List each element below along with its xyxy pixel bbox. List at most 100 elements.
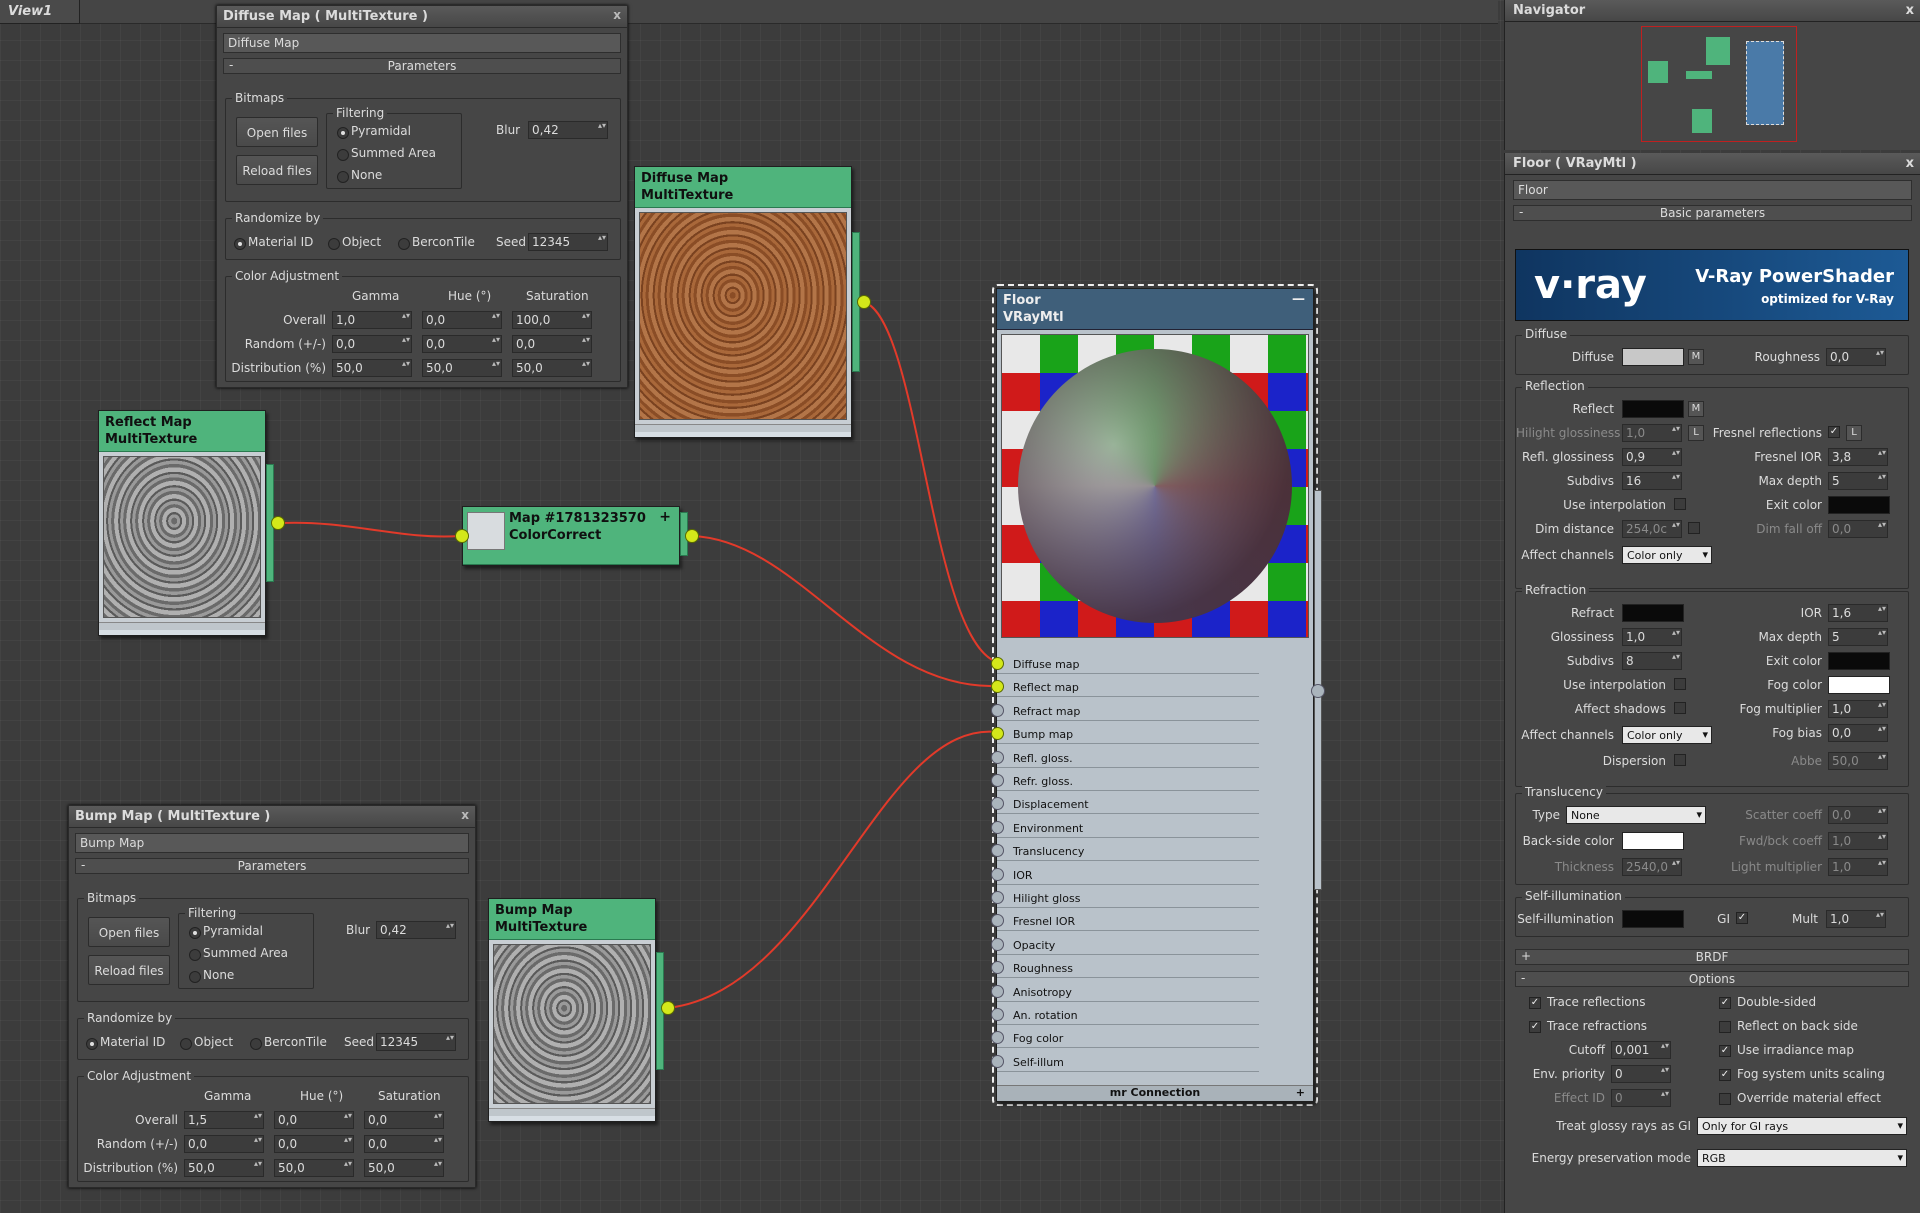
input-slot[interactable]: Refract map (991, 701, 1259, 721)
input-socket[interactable] (991, 844, 1004, 858)
reflect-map-button[interactable]: M (1688, 401, 1704, 417)
thickness-spinner[interactable]: 2540,0 (1622, 858, 1682, 876)
close-icon[interactable]: x (1906, 156, 1914, 171)
input-socket[interactable] (991, 703, 1004, 717)
radio-material-id[interactable]: Material ID (232, 235, 313, 250)
refr-exit-color-swatch[interactable] (1828, 652, 1890, 670)
input-socket[interactable] (991, 1054, 1004, 1068)
self-illum-color-swatch[interactable] (1622, 910, 1684, 928)
input-socket[interactable] (991, 774, 1004, 787)
input-socket[interactable] (991, 867, 1004, 881)
input-slot[interactable]: An. rotation (991, 1006, 1259, 1025)
input-socket[interactable] (991, 750, 1004, 764)
distribution-hue[interactable]: 50,0 (274, 1159, 354, 1177)
env-priority-spinner[interactable]: 0 (1611, 1065, 1671, 1083)
distribution-gamma[interactable]: 50,0 (184, 1159, 264, 1177)
cutoff-spinner[interactable]: 0,001 (1611, 1041, 1671, 1059)
radio-pyramidal[interactable]: Pyramidal (335, 124, 411, 139)
input-slot[interactable]: Fresnel IOR (991, 912, 1259, 932)
blur-spinner[interactable]: 0,42 (528, 121, 608, 139)
collapse-icon[interactable]: - (81, 858, 85, 872)
fog-color-swatch[interactable] (1828, 676, 1890, 694)
trace-refractions-checkbox[interactable]: ✓ (1529, 1021, 1541, 1033)
random-hue[interactable]: 0,0 (274, 1135, 354, 1153)
diffuse-map-button[interactable]: M (1688, 349, 1704, 365)
parameters-rollout[interactable]: - Parameters (75, 858, 469, 874)
open-files-button[interactable]: Open files (236, 117, 318, 147)
fresnel-ior-spinner[interactable]: 3,8 (1828, 448, 1888, 466)
input-slot[interactable]: IOR (991, 865, 1259, 885)
abbe-spinner[interactable]: 50,0 (1828, 752, 1888, 770)
random-hue[interactable]: 0,0 (422, 335, 502, 353)
dispersion-checkbox[interactable] (1674, 754, 1686, 766)
input-slot[interactable]: Reflect map (991, 678, 1259, 698)
input-slot[interactable]: Environment (991, 818, 1259, 838)
close-icon[interactable]: x (613, 8, 621, 22)
input-slot[interactable]: Roughness (991, 959, 1259, 979)
output-socket[interactable] (1311, 684, 1325, 698)
expand-icon[interactable]: + (1521, 949, 1531, 963)
input-socket[interactable] (991, 680, 1004, 694)
glossiness-spinner[interactable]: 1,0 (1622, 628, 1682, 646)
input-socket[interactable] (991, 1031, 1004, 1045)
input-slot[interactable]: Diffuse map (991, 655, 1259, 674)
fog-multiplier-spinner[interactable]: 1,0 (1828, 700, 1888, 718)
input-socket[interactable] (991, 914, 1004, 928)
node-reflect-map[interactable]: Reflect Map MultiTexture (98, 410, 266, 636)
scatter-coeff-spinner[interactable]: 0,0 (1828, 806, 1888, 824)
node-diffuse-map[interactable]: Diffuse Map MultiTexture (634, 166, 852, 438)
fwd-bck-coeff-spinner[interactable]: 1,0 (1828, 832, 1888, 850)
fog-bias-spinner[interactable]: 0,0 (1828, 724, 1888, 742)
input-slot[interactable]: Displacement (991, 795, 1259, 815)
collapse-icon[interactable]: — (1292, 291, 1305, 308)
effect-id-spinner[interactable]: 0 (1611, 1089, 1671, 1107)
translucency-type-dropdown[interactable]: None (1566, 806, 1706, 824)
window-title[interactable]: Diffuse Map ( MultiTexture ) x (217, 6, 627, 28)
use-irradiance-checkbox[interactable]: ✓ (1719, 1045, 1731, 1057)
input-socket[interactable] (991, 727, 1004, 741)
dim-distance-spinner[interactable]: 254,0c (1622, 520, 1682, 538)
collapse-icon[interactable]: - (1519, 205, 1523, 219)
options-rollout[interactable]: - Options (1515, 971, 1909, 987)
overall-hue[interactable]: 0,0 (422, 311, 502, 329)
node-header[interactable]: Map #1781323570 ColorCorrect + (463, 507, 679, 565)
radio-summed-area[interactable]: Summed Area (187, 946, 288, 961)
light-multiplier-spinner[interactable]: 1,0 (1828, 858, 1888, 876)
input-socket[interactable] (991, 797, 1004, 811)
fresnel-checkbox[interactable]: ✓ (1828, 426, 1840, 438)
override-effect-checkbox[interactable] (1719, 1093, 1731, 1105)
expand-icon[interactable]: + (659, 509, 671, 526)
fresnel-lock-button[interactable]: L (1846, 425, 1862, 441)
refl-gloss-spinner[interactable]: 0,9 (1622, 448, 1682, 466)
input-slot[interactable]: Anisotropy (991, 982, 1259, 1002)
input-slot[interactable]: Translucency (991, 842, 1259, 862)
input-slot[interactable]: Self-illum (991, 1052, 1259, 1072)
overall-hue[interactable]: 0,0 (274, 1111, 354, 1129)
treat-glossy-dropdown[interactable]: Only for GI rays (1697, 1117, 1907, 1135)
refract-color-swatch[interactable] (1622, 604, 1684, 622)
input-socket[interactable] (991, 961, 1004, 975)
seed-spinner[interactable]: 12345 (528, 233, 608, 251)
node-header[interactable]: Reflect Map MultiTexture (99, 411, 265, 452)
input-socket[interactable] (991, 984, 1004, 998)
basic-parameters-rollout[interactable]: - Basic parameters (1513, 205, 1912, 221)
radio-pyramidal[interactable]: Pyramidal (187, 924, 263, 939)
radio-summed-area[interactable]: Summed Area (335, 146, 436, 161)
mr-connection-bar[interactable]: mr Connection + (997, 1085, 1313, 1101)
trace-reflections-checkbox[interactable]: ✓ (1529, 997, 1541, 1009)
input-socket[interactable] (991, 891, 1004, 904)
collapse-icon[interactable]: - (1521, 971, 1525, 985)
overall-saturation[interactable]: 0,0 (364, 1111, 444, 1129)
input-slot[interactable]: Fog color (991, 1029, 1259, 1049)
energy-mode-dropdown[interactable]: RGB (1697, 1149, 1907, 1167)
hilight-gloss-spinner[interactable]: 1,0 (1622, 424, 1682, 442)
output-socket[interactable] (857, 295, 871, 309)
affect-channels-dropdown[interactable]: Color only (1622, 546, 1712, 564)
radio-object[interactable]: Object (178, 1035, 233, 1050)
input-slot[interactable]: Opacity (991, 935, 1259, 955)
window-title[interactable]: Bump Map ( MultiTexture ) x (69, 806, 475, 828)
input-slot[interactable]: Refr. gloss. (991, 772, 1259, 791)
node-header[interactable]: Diffuse Map MultiTexture (635, 167, 851, 208)
refr-use-interp-checkbox[interactable] (1674, 678, 1686, 690)
overall-gamma[interactable]: 1,5 (184, 1111, 264, 1129)
